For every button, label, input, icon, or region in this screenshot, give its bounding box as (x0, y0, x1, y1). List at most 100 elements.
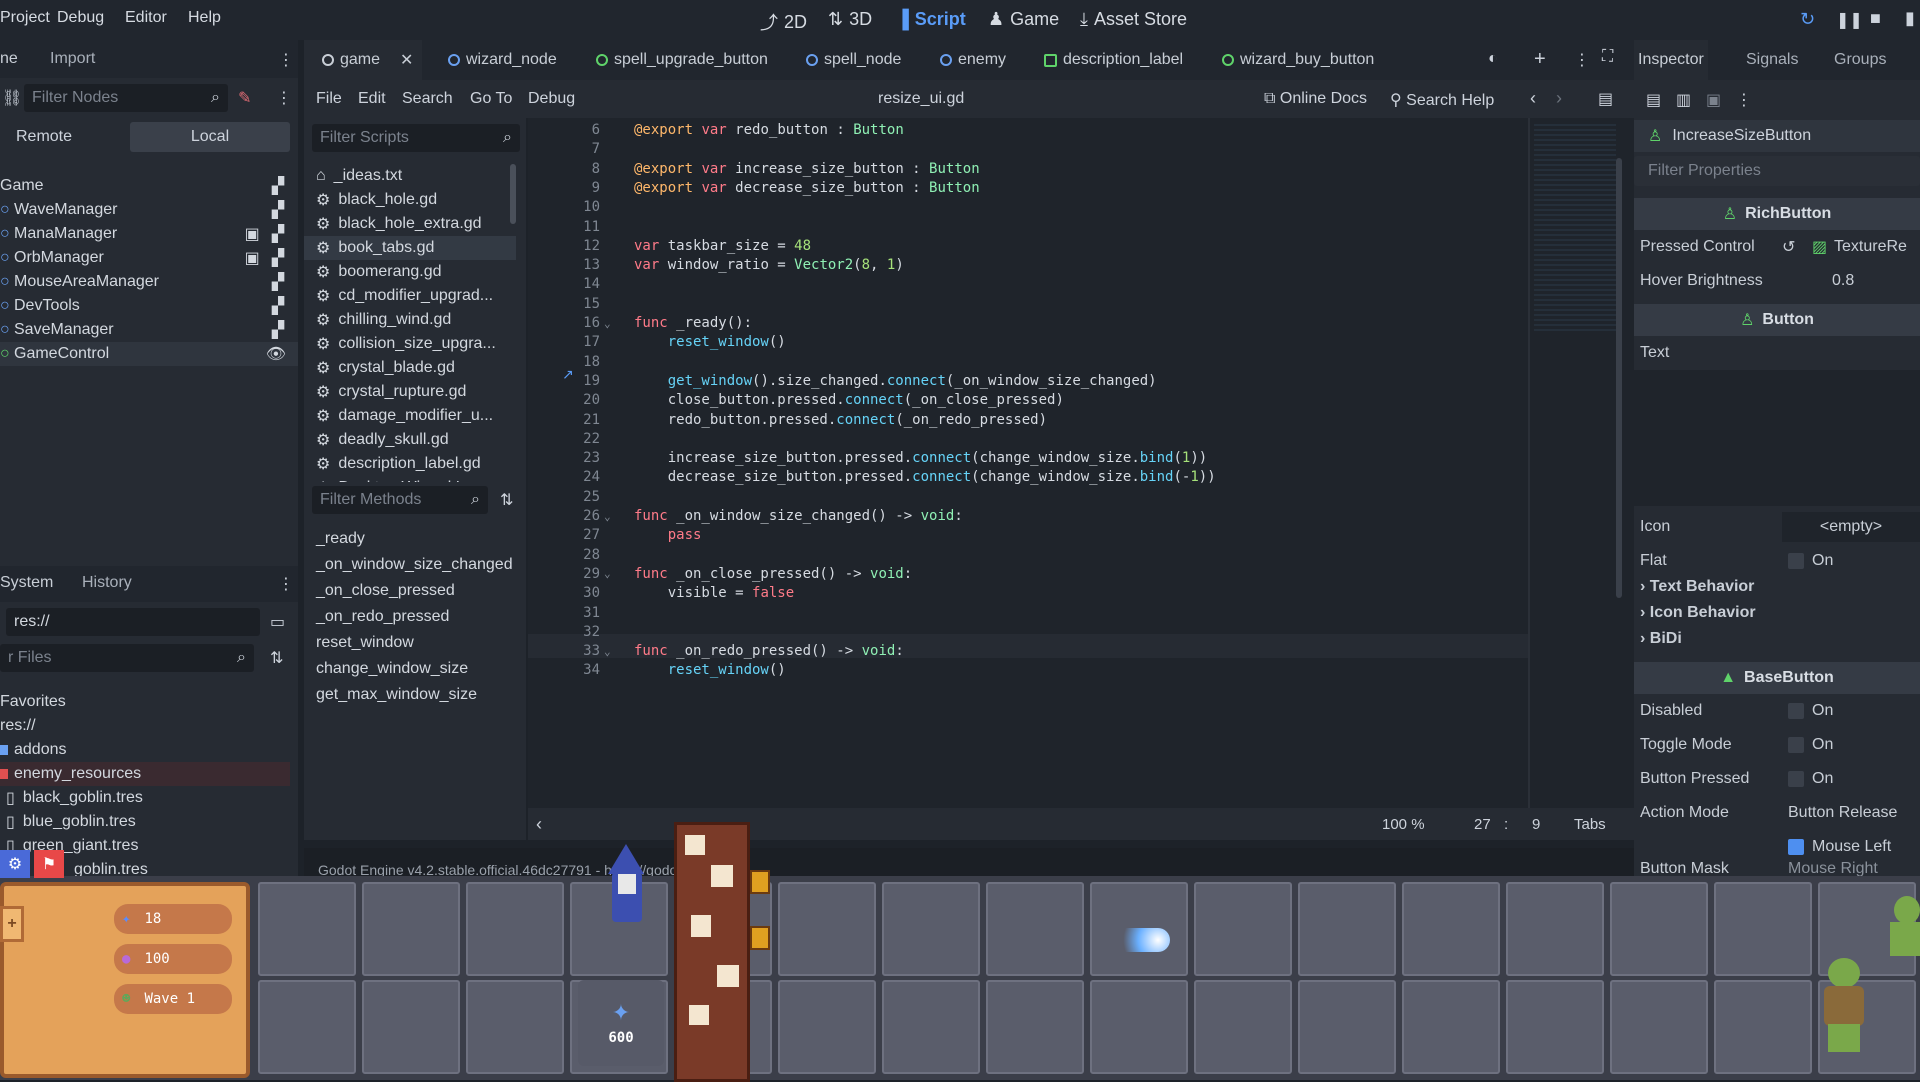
script-item[interactable]: ⚙ book_tabs.gd (304, 236, 516, 260)
tree-node-manamanager[interactable]: ○ ManaManager ▣ ▞ (0, 222, 298, 246)
script-icon[interactable]: ▞ (272, 296, 284, 316)
more-icon[interactable]: ⋮ (278, 574, 294, 594)
grid-tile[interactable] (258, 980, 356, 1074)
fold-arrow-icon[interactable]: ⌄ (604, 510, 611, 523)
sort-icon[interactable]: ⇅ (500, 490, 513, 510)
tree-node-wavemanager[interactable]: ○ WaveManager ▞ (0, 198, 298, 222)
tree-node-devtools[interactable]: ○ DevTools ▞ (0, 294, 298, 318)
script-icon[interactable]: ▞ (272, 320, 284, 340)
grid-tile[interactable] (362, 882, 460, 976)
fullscreen-icon[interactable]: ⛶ (1602, 48, 1613, 66)
more-icon[interactable]: ⋮ (278, 50, 294, 70)
indent-mode[interactable]: Tabs (1574, 816, 1606, 833)
grid-tile[interactable] (1714, 980, 1812, 1074)
script-menu-goto[interactable]: Go To (470, 90, 512, 108)
filter-methods-input[interactable]: Filter Methods ⌕ (312, 486, 488, 514)
grid-tile[interactable] (1714, 882, 1812, 976)
method-item[interactable]: _ready (304, 526, 524, 552)
script-menu-file[interactable]: File (316, 90, 342, 108)
path-input[interactable]: res:// (6, 608, 260, 636)
tab-import[interactable]: Import (50, 50, 95, 68)
code-editor[interactable]: 6 @export var redo_button : Button 7 8 @expo… (528, 118, 1634, 808)
script-item[interactable]: ⚙ chilling_wind.gd (304, 308, 516, 332)
online-docs-button[interactable]: ⧉ Online Docs (1264, 90, 1367, 108)
more-icon[interactable]: ⋮ (1574, 50, 1590, 70)
close-icon[interactable]: ✕ (400, 50, 413, 70)
filter-properties-input[interactable]: Filter Properties (1634, 156, 1920, 186)
script-list-scrollbar[interactable] (510, 164, 516, 224)
eye-icon[interactable]: 👁 (266, 344, 286, 364)
workspace-script-button[interactable]: ▐ Script (896, 9, 966, 30)
method-item[interactable]: _on_close_pressed (304, 578, 524, 604)
fold-arrow-icon[interactable]: ⌄ (604, 317, 611, 330)
method-item[interactable]: _on_redo_pressed (304, 604, 524, 630)
movie-icon[interactable]: ▮ (1905, 8, 1915, 29)
grid-tile[interactable] (1194, 980, 1292, 1074)
split-view-icon[interactable]: ▭ (270, 612, 285, 632)
local-button[interactable]: Local (130, 122, 290, 152)
script-icon[interactable]: ▞ (272, 176, 284, 196)
menu-help[interactable]: Help (188, 9, 221, 27)
checkbox[interactable] (1788, 771, 1804, 787)
wizard-buy-slot[interactable]: ✦ 600 (578, 980, 664, 1066)
tree-node-savemanager[interactable]: ○ SaveManager ▞ (0, 318, 298, 342)
script-item[interactable]: ⚙ crystal_blade.gd (304, 356, 516, 380)
script-item[interactable]: ⚙ crystal_rupture.gd (304, 380, 516, 404)
game-window[interactable]: + ✦ 18 ● 100 ☻ Wave 1 ⚙ ⚑ ✦ 600 (0, 822, 1920, 1082)
grid-tile[interactable] (986, 980, 1084, 1074)
button-pressed-checkbox[interactable]: On (1788, 770, 1833, 788)
script-menu-search[interactable]: Search (402, 90, 453, 108)
grid-tile[interactable] (1090, 980, 1188, 1074)
grid-tile[interactable] (1194, 882, 1292, 976)
search-help-button[interactable]: ⚲ Search Help (1390, 90, 1494, 110)
tree-node-game[interactable]: Game ▞ (0, 174, 298, 198)
prop-value[interactable]: TextureRe (1834, 238, 1907, 256)
section-basebutton[interactable]: ▲ BaseButton (1634, 662, 1920, 694)
menu-project[interactable]: Project (0, 9, 50, 27)
script-icon[interactable]: ▞ (272, 272, 284, 292)
workspace-2d-button[interactable]: ⤴ 2D (760, 9, 807, 35)
scene-instance-icon[interactable]: ▣ (245, 248, 260, 268)
menu-debug[interactable]: Debug (57, 9, 104, 27)
grid-tile[interactable] (1298, 980, 1396, 1074)
grid-tile[interactable] (466, 882, 564, 976)
grid-tile[interactable] (1298, 882, 1396, 976)
text-value-editor[interactable] (1634, 370, 1920, 506)
script-item[interactable]: ⚙ cd_modifier_upgrad... (304, 284, 516, 308)
tab-spell-upgrade-button[interactable]: spell_upgrade_button (596, 51, 768, 69)
tab-game[interactable]: game ✕ (304, 40, 422, 80)
menu-editor[interactable]: Editor (125, 9, 167, 27)
tab-filesystem[interactable]: System (0, 574, 53, 592)
flag-icon[interactable]: ⚑ (34, 850, 64, 878)
grid-tile[interactable] (882, 980, 980, 1074)
method-item[interactable]: get_max_window_size (304, 682, 524, 708)
revert-icon[interactable]: ↺ (1782, 237, 1795, 257)
settings-icon[interactable]: ⚙ (0, 850, 30, 878)
workspace-game-button[interactable]: ♟ Game (988, 9, 1059, 30)
workspace-3d-button[interactable]: ⇅ 3D (828, 9, 872, 30)
new-resource-icon[interactable]: ▤ (1646, 90, 1661, 110)
grid-tile[interactable] (1610, 980, 1708, 1074)
checkbox[interactable] (1788, 703, 1804, 719)
tab-history[interactable]: History (82, 574, 132, 592)
method-item[interactable]: reset_window (304, 630, 524, 656)
grid-tile[interactable] (778, 980, 876, 1074)
prop-value[interactable]: 0.8 (1832, 272, 1854, 290)
connection-icon[interactable]: ↗ (562, 366, 574, 383)
add-tab-icon[interactable]: + (1534, 48, 1546, 71)
prop-value[interactable]: <empty> (1782, 512, 1920, 542)
workspace-asset-store-button[interactable]: ⤓ Asset Store (1080, 9, 1187, 30)
script-menu-debug[interactable]: Debug (528, 90, 575, 108)
tree-node-gamecontrol[interactable]: ○ GameControl 👁 (0, 342, 298, 366)
group-bidi[interactable]: › BiDi (1634, 622, 1920, 656)
script-item[interactable]: ⚙ description_label.gd (304, 452, 516, 476)
flat-checkbox[interactable]: On (1788, 552, 1833, 570)
folder-addons[interactable]: addons (0, 738, 290, 762)
tab-scene[interactable]: ne (0, 50, 18, 68)
pause-icon[interactable]: ❚❚ (1836, 10, 1863, 30)
script-item[interactable]: ⚙ collision_size_upgra... (304, 332, 516, 356)
tab-description-label[interactable]: description_label (1044, 51, 1183, 69)
disabled-checkbox[interactable]: On (1788, 702, 1833, 720)
script-attach-icon[interactable]: ✎ (238, 88, 251, 108)
toggle-panel-icon[interactable]: ▤ (1598, 89, 1613, 109)
